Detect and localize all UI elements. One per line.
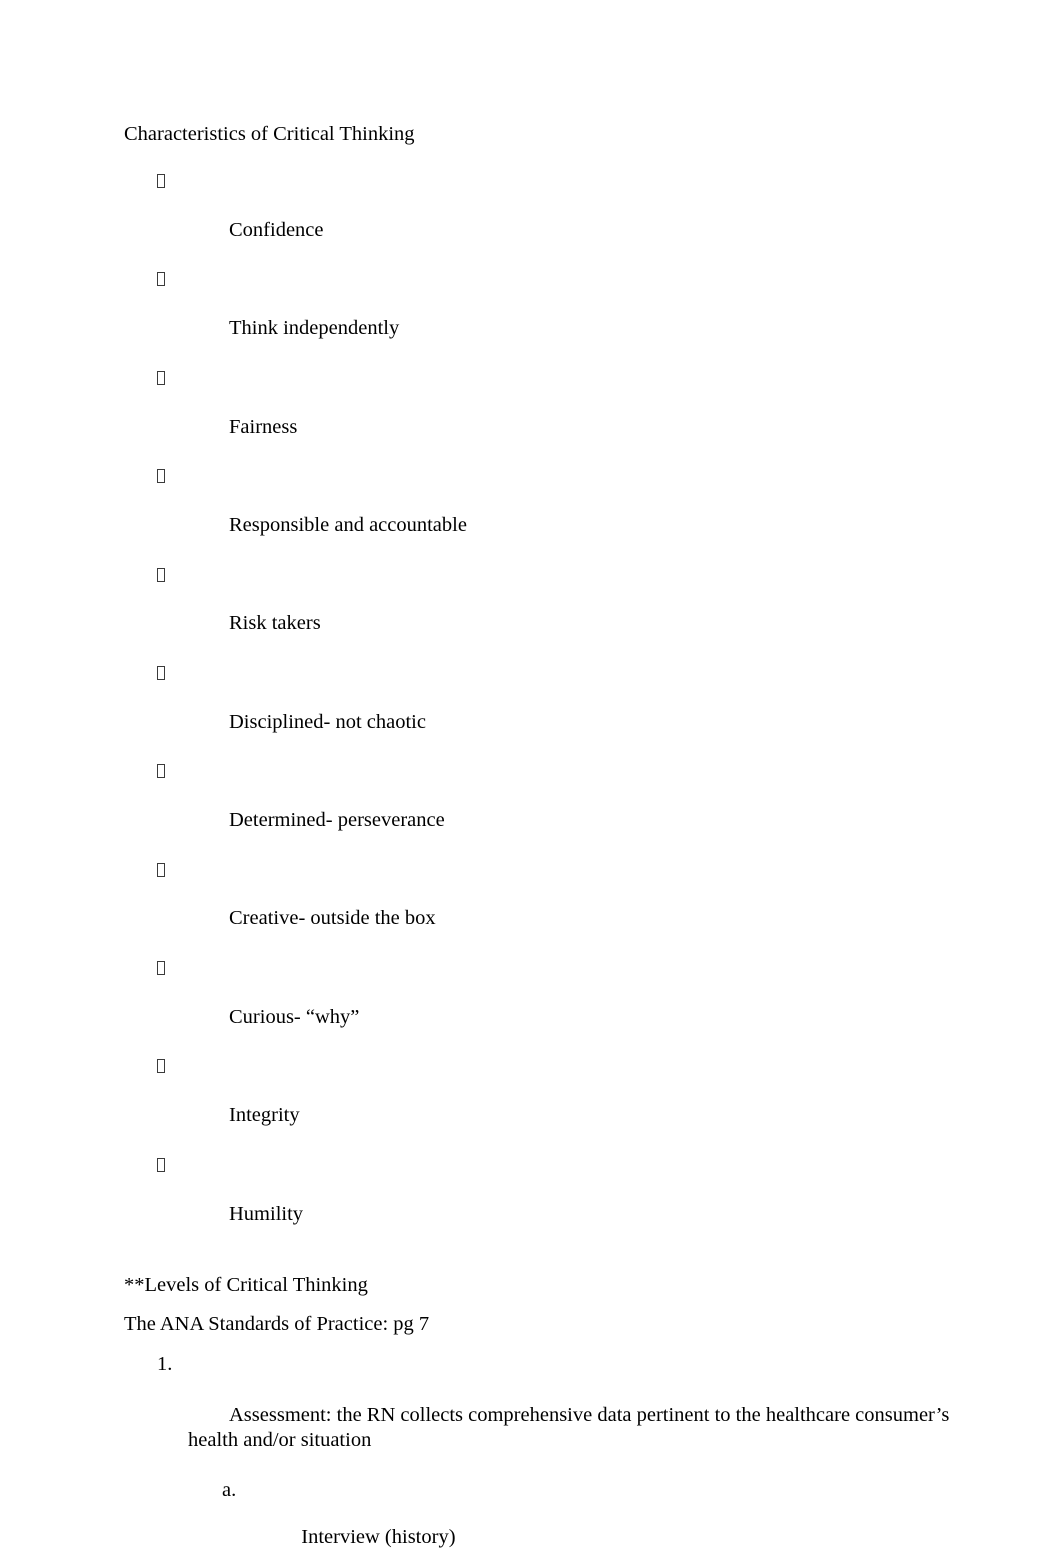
bullet-missing-glyph-icon — [157, 862, 165, 877]
bullet-missing-glyph-icon — [157, 567, 165, 582]
list-item: a. Interview (history) — [124, 1479, 954, 1561]
bullet-missing-glyph-icon — [157, 1157, 165, 1172]
list-item-label: Integrity — [229, 1104, 300, 1127]
list-item: Creative- outside the box — [124, 857, 954, 955]
bullet-missing-glyph-icon — [157, 469, 165, 484]
document-body: Characteristics of Critical Thinking Con… — [124, 122, 954, 1561]
bullet-missing-glyph-icon — [157, 764, 165, 779]
ana-standards-list: 1. Assessment: the RN collects comprehen… — [124, 1352, 954, 1561]
list-item: 1. Assessment: the RN collects comprehen… — [124, 1352, 954, 1479]
list-item-label: Fairness — [229, 415, 298, 438]
bullet-missing-glyph-icon — [157, 272, 165, 287]
heading-levels-of-critical-thinking: **Levels of Critical Thinking — [124, 1273, 368, 1296]
bullet-missing-glyph-icon — [157, 961, 165, 976]
list-item-label: Think independently — [229, 317, 400, 340]
list-item-label: Creative- outside the box — [229, 907, 436, 930]
list-item: Integrity — [124, 1054, 954, 1152]
list-item: Determined- perseverance — [124, 759, 954, 857]
list-item-label: Humility — [229, 1202, 304, 1225]
bullet-missing-glyph-icon — [157, 665, 165, 680]
heading-ana-standards: The ANA Standards of Practice: pg 7 — [124, 1313, 430, 1336]
list-item: Responsible and accountable — [124, 464, 954, 562]
list-item-label: Interview (history) — [301, 1525, 456, 1548]
ana-sub-list: a. Interview (history) b. Health Assessm… — [124, 1479, 954, 1561]
list-item: Humility — [124, 1152, 954, 1250]
list-item-label: Risk takers — [229, 612, 321, 635]
list-item-label: Disciplined- not chaotic — [229, 710, 426, 733]
list-item: Disciplined- not chaotic — [124, 660, 954, 758]
bullet-missing-glyph-icon — [157, 1059, 165, 1074]
list-item-label: Determined- perseverance — [229, 809, 445, 832]
list-item-label: Assessment: the RN collects comprehensiv… — [188, 1403, 955, 1452]
bullet-missing-glyph-icon — [157, 174, 165, 189]
list-item: Confidence — [124, 169, 954, 267]
list-marker: a. — [222, 1478, 237, 1501]
bullet-missing-glyph-icon — [157, 370, 165, 385]
list-item-label: Curious- “why” — [229, 1005, 360, 1028]
list-item-label: Confidence — [229, 218, 324, 241]
list-item: Curious- “why” — [124, 956, 954, 1054]
document-page: Characteristics of Critical Thinking Con… — [0, 0, 1062, 1561]
list-item: Risk takers — [124, 562, 954, 660]
page-title: Characteristics of Critical Thinking — [124, 123, 415, 145]
characteristics-list: Confidence Think independently Fairness … — [124, 169, 954, 1251]
list-item-label: Responsible and accountable — [229, 513, 467, 536]
list-marker: 1. — [157, 1352, 173, 1375]
list-item: Fairness — [124, 365, 954, 463]
list-item: Think independently — [124, 267, 954, 365]
